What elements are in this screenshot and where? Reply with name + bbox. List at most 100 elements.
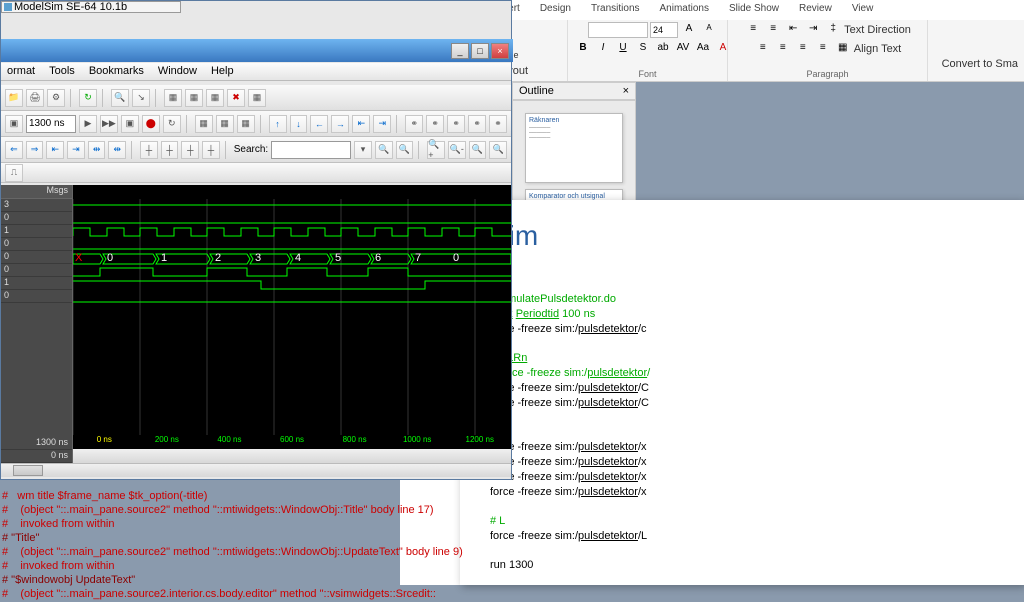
del-cursor-icon[interactable]: ┼ [161, 141, 179, 159]
break-icon[interactable]: ▣ [121, 115, 139, 133]
numbering-button[interactable]: ≡ [764, 22, 782, 38]
bold-button[interactable]: B [574, 41, 592, 57]
tab-slideshow[interactable]: Slide Show [719, 0, 789, 20]
time-input[interactable] [26, 115, 76, 133]
search-dropdown-icon[interactable]: ▾ [354, 141, 372, 159]
signal-row[interactable]: 0 [1, 238, 72, 251]
zoom-in-icon[interactable]: 🔍+ [427, 141, 445, 159]
shrink-font-button[interactable]: A [700, 22, 718, 38]
search-input[interactable] [271, 141, 351, 159]
signal-row[interactable]: 1 [1, 277, 72, 290]
strike-button[interactable]: S [634, 41, 652, 57]
slide-thumb-1[interactable]: Räknaren────────────────── [525, 113, 623, 183]
cursor-next-icon[interactable]: ⇒ [26, 141, 44, 159]
slide-editor[interactable]: Sim # simulatePulsdetektor.do # clk Peri… [460, 200, 1024, 585]
modelsim-h-scrollbar[interactable] [1, 463, 511, 477]
cursor-prev-icon[interactable]: ⇐ [5, 141, 23, 159]
search-next-icon[interactable]: 🔍 [375, 141, 393, 159]
first-icon[interactable]: ⇤ [352, 115, 370, 133]
zoom-cursor-icon[interactable]: 🔍 [489, 141, 507, 159]
link2-icon[interactable]: ⚭ [426, 115, 444, 133]
signal-row[interactable]: 0 [1, 212, 72, 225]
add-icon[interactable]: ▦ [248, 89, 266, 107]
binoculars-icon[interactable]: 🔍 [111, 89, 129, 107]
edge-next-icon[interactable]: ⇥ [67, 141, 85, 159]
convert-smartart-button[interactable]: Convert to Sma [942, 58, 1018, 70]
wave-h-scrollbar[interactable] [73, 449, 511, 463]
wave-tool2-icon[interactable]: ▦ [216, 115, 234, 133]
find-icon[interactable]: ⚙ [47, 89, 65, 107]
edge-tool-icon[interactable]: ⇹ [88, 141, 106, 159]
group-icon[interactable]: ▦ [164, 89, 182, 107]
grow-font-button[interactable]: A [680, 22, 698, 38]
step-icon[interactable]: ▣ [5, 115, 23, 133]
indent-inc-button[interactable]: ⇥ [804, 22, 822, 38]
delete-icon[interactable]: ✖ [227, 89, 245, 107]
add-cursor-icon[interactable]: ┼ [140, 141, 158, 159]
run-icon[interactable]: ▶ [79, 115, 97, 133]
font-family-select[interactable] [588, 22, 648, 38]
tcl-console[interactable]: # wm title $frame_name $tk_option(-title… [2, 490, 512, 602]
refresh-icon[interactable]: ↻ [79, 89, 97, 107]
signal-row[interactable]: 0 [1, 264, 72, 277]
cursor-tool-icon[interactable]: ┼ [202, 141, 220, 159]
wave-viewer[interactable]: Msgs 3 0 1 0 0 0 1 0 1300 ns 0 ns [1, 185, 511, 463]
italic-button[interactable]: I [594, 41, 612, 57]
outline-tab[interactable]: Outline [519, 85, 554, 97]
menu-format[interactable]: ormat [7, 65, 35, 78]
combine-icon[interactable]: ▦ [206, 89, 224, 107]
ungroup-icon[interactable]: ▦ [185, 89, 203, 107]
shadow-button[interactable]: ab [654, 41, 672, 57]
wave-tool3-icon[interactable]: ▦ [237, 115, 255, 133]
tab-review[interactable]: Review [789, 0, 842, 20]
menu-help[interactable]: Help [211, 65, 234, 78]
right-icon[interactable]: → [331, 115, 349, 133]
maximize-button[interactable]: □ [471, 43, 489, 59]
link4-icon[interactable]: ⚭ [468, 115, 486, 133]
text-direction-button[interactable]: Text Direction [844, 22, 911, 38]
link5-icon[interactable]: ⚭ [489, 115, 507, 133]
up-icon[interactable]: ↑ [269, 115, 287, 133]
close-button[interactable]: × [491, 43, 509, 59]
wave-tool1-icon[interactable]: ▦ [195, 115, 213, 133]
menu-tools[interactable]: Tools [49, 65, 75, 78]
bullets-button[interactable]: ≡ [744, 22, 762, 38]
outline-close[interactable]: × [623, 85, 629, 97]
case-button[interactable]: Aa [694, 41, 712, 57]
columns-button[interactable]: ▦ [834, 41, 852, 57]
link3-icon[interactable]: ⚭ [447, 115, 465, 133]
tab-animations[interactable]: Animations [650, 0, 719, 20]
edge-tool2-icon[interactable]: ⇹ [108, 141, 126, 159]
waveform-plot[interactable]: X 0 1 2 3 4 5 6 7 0 0 ns 200 ns 400 ns 6… [73, 185, 511, 463]
slide-code-block[interactable]: # simulatePulsdetektor.do # clk Periodti… [490, 292, 994, 573]
menu-window[interactable]: Window [158, 65, 197, 78]
align-left-button[interactable]: ≡ [754, 41, 772, 57]
print-icon[interactable]: 🖨 [26, 89, 44, 107]
minimize-button[interactable]: _ [451, 43, 469, 59]
align-center-button[interactable]: ≡ [774, 41, 792, 57]
line-spacing-button[interactable]: ‡ [824, 22, 842, 38]
lock-cursor-icon[interactable]: ┼ [181, 141, 199, 159]
left-icon[interactable]: ← [310, 115, 328, 133]
font-size-select[interactable] [650, 22, 678, 38]
slide-title[interactable]: Sim [490, 220, 994, 252]
zoom-out-icon[interactable]: 🔍- [448, 141, 466, 159]
stop-icon[interactable]: ⬤ [142, 115, 160, 133]
signal-row[interactable]: 0 [1, 290, 72, 303]
indent-dec-button[interactable]: ⇤ [784, 22, 802, 38]
wave-format-icon[interactable]: ⎍ [5, 164, 23, 182]
edge-prev-icon[interactable]: ⇤ [46, 141, 64, 159]
tab-design[interactable]: Design [530, 0, 581, 20]
spacing-button[interactable]: AV [674, 41, 692, 57]
last-icon[interactable]: ⇥ [373, 115, 391, 133]
open-icon[interactable]: 📁 [5, 89, 23, 107]
justify-button[interactable]: ≡ [814, 41, 832, 57]
signal-row[interactable]: 1 [1, 225, 72, 238]
scrollbar-thumb[interactable] [13, 465, 43, 476]
wave-window-titlebar[interactable]: _ □ × [1, 39, 513, 62]
restart-icon[interactable]: ↻ [163, 115, 181, 133]
goto-icon[interactable]: ↘ [132, 89, 150, 107]
run-all-icon[interactable]: ▶▶ [100, 115, 118, 133]
signal-name-column[interactable]: Msgs 3 0 1 0 0 0 1 0 1300 ns 0 ns [1, 185, 73, 463]
search-prev-icon[interactable]: 🔍 [396, 141, 414, 159]
